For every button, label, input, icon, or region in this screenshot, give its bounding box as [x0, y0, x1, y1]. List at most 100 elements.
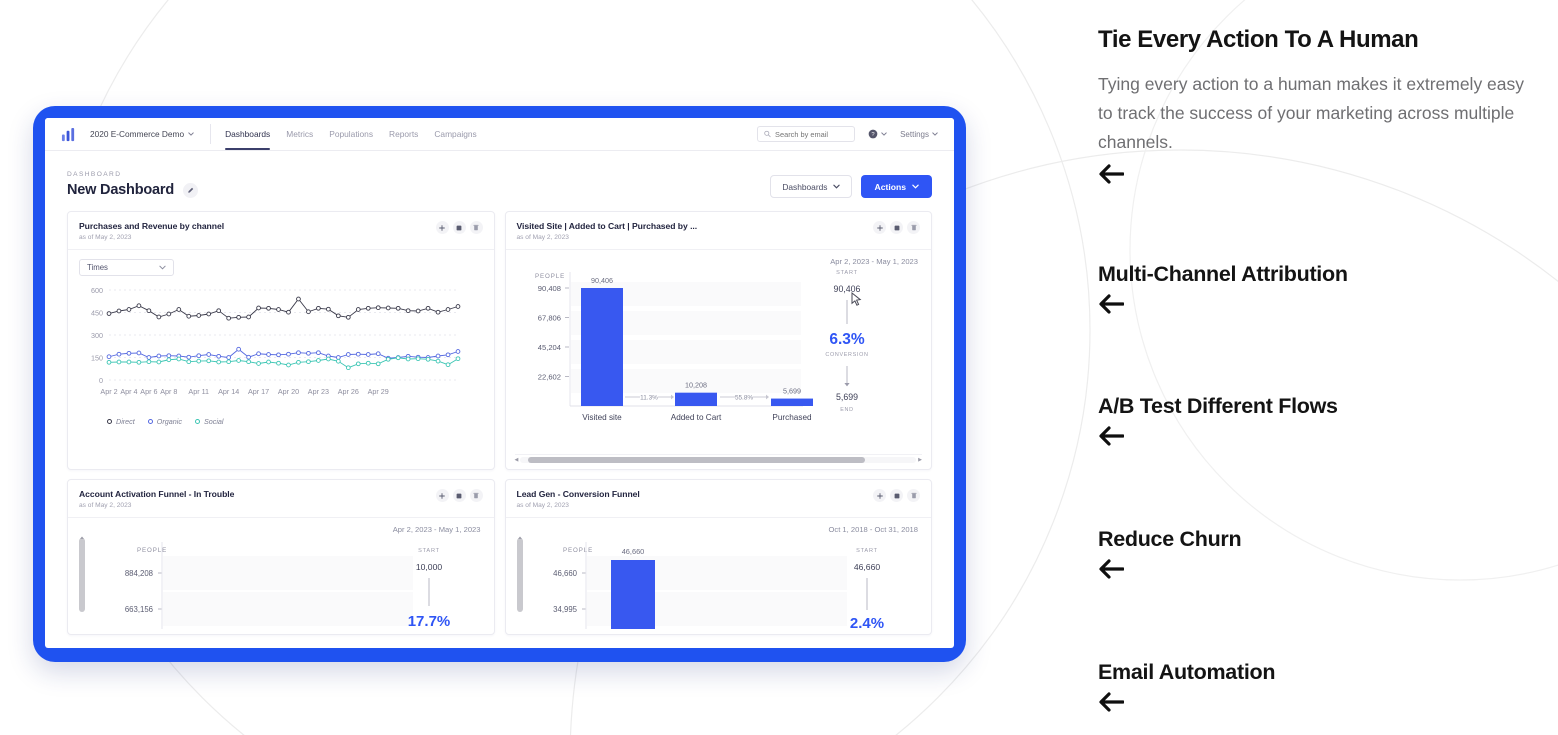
svg-text:PEOPLE: PEOPLE [137, 547, 167, 554]
card-body: Apr 2, 2023 - May 1, 2023 PEOPLE 884,208… [68, 518, 494, 634]
svg-text:884,208: 884,208 [125, 569, 153, 578]
times-filter-select[interactable]: Times [79, 259, 174, 276]
chevron-down-icon [932, 132, 938, 136]
svg-text:CONVERSION: CONVERSION [825, 352, 868, 358]
trash-icon[interactable] [907, 221, 920, 234]
promo-heading: A/B Test Different Flows [1098, 394, 1338, 418]
help-menu[interactable]: ? [868, 129, 887, 139]
dashboards-dropdown-button[interactable]: Dashboards [770, 175, 853, 198]
plus-icon[interactable] [873, 221, 886, 234]
scrollbar-track[interactable] [520, 457, 917, 463]
promo-block-1: Tie Every Action To A Human Tying every … [1098, 26, 1528, 185]
nav-tab-campaigns[interactable]: Campaigns [434, 118, 476, 150]
svg-text:6.3%: 6.3% [829, 331, 865, 348]
arrow-left-icon[interactable] [1098, 425, 1124, 447]
trash-icon[interactable] [469, 489, 483, 502]
search-input[interactable] [775, 129, 849, 139]
nav-tab-label: Populations [329, 129, 374, 139]
arrow-left-icon[interactable] [1098, 293, 1124, 315]
promo-block-3: A/B Test Different Flows [1098, 394, 1338, 447]
legend-dot [107, 419, 112, 424]
svg-text:0: 0 [99, 376, 103, 385]
nav-tab-populations[interactable]: Populations [329, 118, 373, 150]
nav-tab-dashboards[interactable]: Dashboards [225, 118, 271, 150]
legend-item-organic[interactable]: Organic [147, 417, 182, 426]
nav-tab-reports[interactable]: Reports [389, 118, 418, 150]
edit-square-icon[interactable] [452, 489, 466, 502]
bar-chart-logo-icon [61, 127, 76, 142]
search-icon [764, 130, 771, 138]
edit-square-icon[interactable] [890, 489, 903, 502]
funnel-chart-partial: PEOPLE 884,208 663,156 START 10,000 17.7 [79, 536, 451, 630]
svg-text:Apr 23: Apr 23 [308, 387, 329, 396]
card-lead-gen-funnel: Lead Gen - Conversion Funnel as of May 2… [504, 479, 932, 635]
horizontal-scrollbar[interactable]: ◀ ▶ [514, 454, 922, 463]
scroll-left-arrow[interactable]: ◀ [515, 457, 519, 463]
promo-block-2: Multi-Channel Attribution [1098, 262, 1348, 315]
trash-icon[interactable] [469, 221, 483, 234]
card-body: Apr 2, 2023 - May 1, 2023 PEOPLE 22,602 45… [506, 250, 932, 448]
dashboard-title-group: DASHBOARD New Dashboard [67, 171, 198, 198]
card-title: Account Activation Funnel - In Trouble [79, 489, 235, 499]
scrollbar-thumb[interactable] [528, 457, 865, 463]
card-header-text: Account Activation Funnel - In Trouble a… [79, 489, 234, 509]
plus-icon[interactable] [873, 489, 886, 502]
card-header: Account Activation Funnel - In Trouble a… [68, 480, 494, 518]
settings-label: Settings [900, 129, 929, 139]
funnel-date-range: Oct 1, 2018 - Oct 31, 2018 [828, 525, 919, 534]
edit-square-icon[interactable] [890, 221, 903, 234]
arrow-left-icon[interactable] [1098, 163, 1124, 185]
workspace-selector[interactable]: 2020 E-Commerce Demo [90, 129, 194, 139]
dashboard-header-actions: Dashboards Actions [770, 175, 932, 198]
svg-text:46,660: 46,660 [853, 562, 880, 572]
svg-text:START: START [856, 548, 878, 554]
card-header-text: Visited Site | Added to Cart | Purchased… [517, 221, 698, 241]
svg-text:END: END [840, 407, 853, 413]
arrow-left-icon[interactable] [1098, 558, 1124, 580]
nav-tab-label: Dashboards [225, 129, 271, 139]
edit-square-icon[interactable] [452, 221, 466, 234]
plus-icon[interactable] [435, 489, 449, 502]
svg-text:22,602: 22,602 [537, 373, 560, 382]
arrow-left-icon[interactable] [1098, 691, 1124, 713]
svg-text:90,406: 90,406 [833, 284, 860, 294]
card-body: Oct 1, 2018 - Oct 31, 2018 PEOPLE 46,660… [506, 518, 932, 634]
svg-text:Apr 4: Apr 4 [120, 387, 137, 396]
svg-text:Visited site: Visited site [582, 413, 622, 422]
card-title: Lead Gen - Conversion Funnel [516, 489, 640, 499]
svg-text:34,995: 34,995 [553, 605, 578, 614]
chevron-down-icon [159, 265, 166, 270]
svg-text:10,208: 10,208 [685, 381, 707, 390]
card-purchases-revenue: Purchases and Revenue by channel as of M… [67, 211, 495, 470]
legend-item-direct[interactable]: Direct [107, 417, 135, 426]
svg-text:17.7%: 17.7% [408, 613, 451, 629]
promo-panel: Tie Every Action To A Human Tying every … [1098, 0, 1558, 735]
app-top-nav: 2020 E-Commerce Demo Dashboards Metrics … [45, 118, 954, 151]
trash-icon[interactable] [907, 489, 920, 502]
edit-title-button[interactable] [182, 182, 198, 198]
card-subtitle: as of May 2, 2023 [516, 234, 569, 241]
nav-tab-metrics[interactable]: Metrics [286, 118, 313, 150]
svg-text:Apr 20: Apr 20 [278, 387, 299, 396]
svg-text:55.8%: 55.8% [734, 395, 752, 402]
plus-icon[interactable] [435, 221, 449, 234]
nav-right-controls: ? Settings [757, 126, 938, 142]
svg-text:90,408: 90,408 [537, 284, 560, 293]
promo-heading: Tie Every Action To A Human [1098, 26, 1419, 53]
svg-text:5,699: 5,699 [783, 387, 801, 396]
legend-label: Direct [116, 417, 135, 426]
settings-menu[interactable]: Settings [900, 130, 938, 139]
search-box[interactable] [757, 126, 856, 142]
legend-label: Social [203, 417, 224, 426]
scroll-right-arrow[interactable]: ▶ [918, 457, 922, 463]
svg-text:Apr 17: Apr 17 [248, 387, 269, 396]
card-header: Visited Site | Added to Cart | Purchased… [505, 212, 931, 250]
actions-dropdown-button[interactable]: Actions [861, 175, 932, 198]
pencil-icon [188, 187, 194, 193]
svg-text:2.4%: 2.4% [849, 615, 883, 629]
nav-tabs: Dashboards Metrics Populations Reports C… [225, 118, 477, 150]
svg-text:46,660: 46,660 [553, 569, 578, 578]
card-header: Purchases and Revenue by channel as of M… [68, 212, 494, 250]
nav-divider [210, 124, 212, 144]
legend-item-social[interactable]: Social [194, 417, 224, 426]
